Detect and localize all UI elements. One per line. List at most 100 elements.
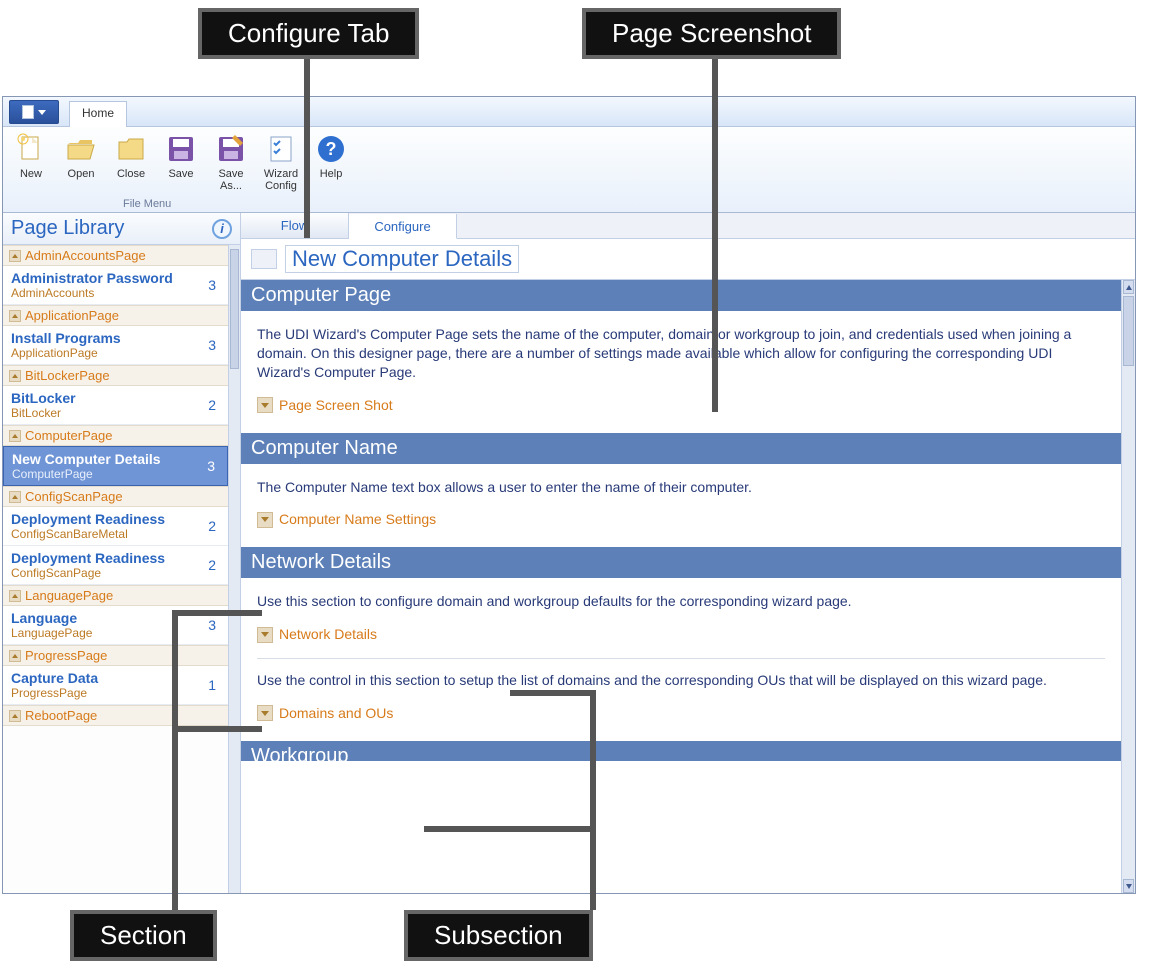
save-as-icon: [215, 133, 247, 165]
chevron-up-icon: [9, 430, 21, 442]
list-item[interactable]: Capture DataProgressPage 1: [3, 666, 228, 705]
item-sub: ConfigScanPage: [11, 566, 165, 580]
group-header-bitlockerpage[interactable]: BitLockerPage: [3, 365, 228, 386]
help-icon: ?: [315, 133, 347, 165]
group-header-configscanpage[interactable]: ConfigScanPage: [3, 486, 228, 507]
list-item[interactable]: Administrator PasswordAdminAccounts 3: [3, 266, 228, 305]
group-label: ApplicationPage: [25, 308, 119, 323]
section-header-computer-page: Computer Page: [241, 280, 1121, 311]
group-header-rebootpage[interactable]: RebootPage: [3, 705, 228, 726]
scrollbar-thumb[interactable]: [230, 249, 239, 369]
sidebar-scrollbar[interactable]: [228, 245, 240, 893]
dropdown-icon: [38, 110, 46, 115]
chevron-up-icon: [9, 590, 21, 602]
tab-flow[interactable]: Flow: [241, 213, 349, 238]
callout-page-screenshot: Page Screenshot: [582, 8, 841, 59]
list-item[interactable]: Install ProgramsApplicationPage 3: [3, 326, 228, 365]
item-count: 1: [208, 677, 220, 693]
chevron-up-icon: [9, 310, 21, 322]
subsection-network-details[interactable]: Network Details: [257, 625, 1105, 644]
callout-configure-tab: Configure Tab: [198, 8, 419, 59]
help-button[interactable]: ? Help: [309, 133, 353, 192]
subsection-label: Computer Name Settings: [279, 510, 436, 529]
ribbon: New Open Close Save Save As... Wizard Co: [3, 127, 1135, 213]
item-title: Language: [11, 610, 92, 626]
section-text: Use the control in this section to setup…: [257, 671, 1105, 690]
ribbon-label: Help: [320, 168, 343, 180]
sidebar: Page Library i AdminAccountsPage Adminis…: [3, 213, 241, 893]
group-label: RebootPage: [25, 708, 97, 723]
item-sub: ApplicationPage: [11, 346, 121, 360]
group-header-progresspage[interactable]: ProgressPage: [3, 645, 228, 666]
callout-subsection: Subsection: [404, 910, 593, 961]
ribbon-label: New: [20, 168, 42, 180]
new-button[interactable]: New: [9, 133, 53, 192]
list-item[interactable]: Deployment ReadinessConfigScanBareMetal …: [3, 507, 228, 546]
file-menu-button[interactable]: [9, 100, 59, 124]
item-count: 3: [208, 277, 220, 293]
subsection-computer-name-settings[interactable]: Computer Name Settings: [257, 510, 1105, 529]
subsection-label: Network Details: [279, 625, 377, 644]
connector-subsection-v: [590, 690, 596, 910]
info-icon[interactable]: i: [212, 219, 232, 239]
save-icon: [165, 133, 197, 165]
item-title: Capture Data: [11, 670, 98, 686]
chevron-down-icon: [257, 705, 273, 721]
page-thumbnail-icon: [251, 249, 277, 269]
section-text: Use this section to configure domain and…: [257, 592, 1105, 611]
ribbon-group-label: File Menu: [123, 198, 171, 210]
sidebar-header: Page Library i: [3, 213, 240, 245]
item-count: 2: [208, 518, 220, 534]
group-header-adminaccounts[interactable]: AdminAccountsPage: [3, 245, 228, 266]
group-label: AdminAccountsPage: [25, 248, 146, 263]
page-title-row: New Computer Details: [241, 239, 1135, 280]
ribbon-label: Close: [117, 168, 145, 180]
new-file-icon: [15, 133, 47, 165]
ribbon-tab-home[interactable]: Home: [69, 101, 127, 127]
save-button[interactable]: Save: [159, 133, 203, 192]
ribbon-label: Wizard Config: [259, 168, 303, 192]
group-header-applicationpage[interactable]: ApplicationPage: [3, 305, 228, 326]
chevron-down-icon: [257, 397, 273, 413]
connector-configure-tab: [304, 56, 310, 238]
open-button[interactable]: Open: [59, 133, 103, 192]
item-count: 3: [207, 458, 219, 474]
scroll-up-button[interactable]: [1123, 280, 1134, 294]
subsection-domains-and-ous[interactable]: Domains and OUs: [257, 704, 1105, 723]
item-count: 3: [208, 617, 220, 633]
group-label: LanguagePage: [25, 588, 113, 603]
list-item[interactable]: Deployment ReadinessConfigScanPage 2: [3, 546, 228, 585]
content-tabs: Flow Configure: [241, 213, 1135, 239]
tab-configure[interactable]: Configure: [349, 214, 457, 239]
svg-text:?: ?: [326, 139, 337, 159]
subsection-page-screenshot[interactable]: Page Screen Shot: [257, 396, 1105, 415]
group-header-computerpage[interactable]: ComputerPage: [3, 425, 228, 446]
list-item-selected[interactable]: New Computer DetailsComputerPage 3: [3, 446, 228, 486]
ribbon-label: Open: [68, 168, 95, 180]
sidebar-content: AdminAccountsPage Administrator Password…: [3, 245, 228, 726]
close-button[interactable]: Close: [109, 133, 153, 192]
subsection-label: Page Screen Shot: [279, 396, 393, 415]
group-label: ComputerPage: [25, 428, 112, 443]
save-as-button[interactable]: Save As...: [209, 133, 253, 192]
scroll-down-button[interactable]: [1123, 879, 1134, 893]
chevron-up-icon: [9, 710, 21, 722]
item-title: Administrator Password: [11, 270, 173, 286]
sidebar-scroll: AdminAccountsPage Administrator Password…: [3, 245, 240, 893]
list-item[interactable]: BitLockerBitLocker 2: [3, 386, 228, 425]
section-body: Use this section to configure domain and…: [241, 578, 1121, 741]
connector-section-h1: [172, 610, 262, 616]
chevron-up-icon: [9, 370, 21, 382]
chevron-down-icon: [257, 512, 273, 528]
scrollbar-thumb[interactable]: [1123, 296, 1134, 366]
connector-subsection-h2: [424, 826, 596, 832]
item-title: Install Programs: [11, 330, 121, 346]
sidebar-title: Page Library: [11, 217, 124, 240]
group-header-languagepage[interactable]: LanguagePage: [3, 585, 228, 606]
item-title: New Computer Details: [12, 451, 161, 467]
item-sub: LanguagePage: [11, 626, 92, 640]
main-scrollbar[interactable]: [1121, 280, 1135, 893]
item-count: 2: [208, 397, 220, 413]
connector-page-screenshot: [712, 56, 718, 412]
wizard-config-button[interactable]: Wizard Config: [259, 133, 303, 192]
